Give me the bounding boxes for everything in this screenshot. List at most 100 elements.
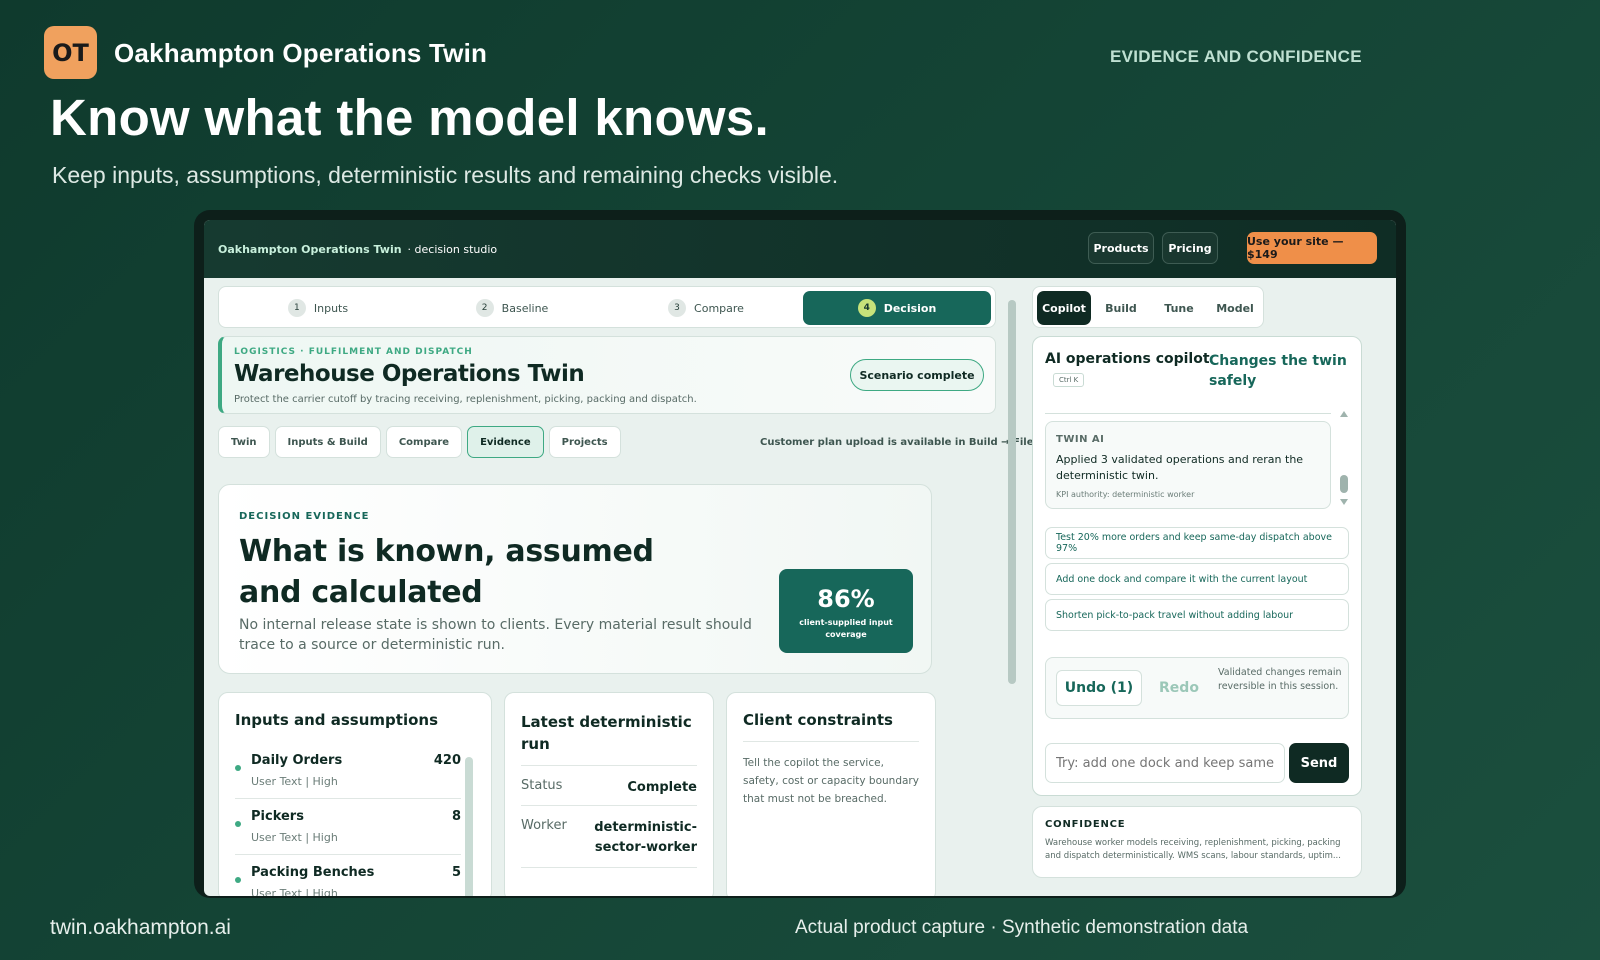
products-button[interactable]: Products [1088, 232, 1154, 264]
tab-tune[interactable]: Tune [1151, 291, 1207, 325]
scenario-status-badge: Scenario complete [850, 359, 984, 391]
ai-label: TWIN AI [1056, 434, 1105, 445]
footer-note: Actual product capture · Synthetic demon… [795, 917, 1249, 938]
app-title[interactable]: Oakhampton Operations Twin [218, 243, 402, 256]
tab-compare[interactable]: Compare [385, 426, 463, 458]
copilot-tagline: Changes the twin safely [1209, 353, 1347, 389]
decision-evidence-card: DECISION EVIDENCE What is known, assumed… [218, 484, 932, 674]
tab-evidence[interactable]: Evidence [467, 426, 544, 458]
scroll-up-icon[interactable] [1340, 411, 1348, 417]
run-key: Status [521, 778, 563, 793]
footer-url[interactable]: twin.oakhampton.ai [50, 916, 231, 940]
confidence-card: CONFIDENCE Warehouse worker models recei… [1032, 806, 1362, 878]
step-number: 4 [857, 299, 876, 317]
copilot-input[interactable] [1045, 743, 1285, 783]
scroll-down-icon[interactable] [1340, 499, 1348, 505]
tab-inputs-build[interactable]: Inputs & Build [274, 426, 381, 458]
scenario-category: LOGISTICS · FULFILMENT AND DISPATCH [234, 347, 473, 357]
main-scrollbar[interactable] [1008, 290, 1016, 690]
use-your-site-button[interactable]: Use your site — $149 [1247, 232, 1377, 264]
step-baseline[interactable]: 2 Baseline [417, 291, 607, 325]
tab-model[interactable]: Model [1209, 291, 1261, 325]
section-eyebrow: EVIDENCE AND CONFIDENCE [1110, 47, 1362, 66]
suggestion-chip[interactable]: Shorten pick-to-pack travel without addi… [1045, 599, 1349, 631]
step-label: Decision [883, 301, 937, 315]
coverage-label: client-supplied input coverage [799, 618, 893, 639]
undo-redo-group: Undo (1) Redo Validated changes remain r… [1045, 657, 1349, 719]
input-name: Packing Benches [251, 865, 375, 880]
device-frame: Oakhampton Operations Twin · decision st… [194, 210, 1406, 898]
brand-name: Oakhampton Operations Twin [114, 38, 488, 68]
input-name: Pickers [251, 809, 304, 824]
step-number: 3 [668, 299, 687, 317]
divider [1045, 413, 1331, 414]
constraints-card-title: Client constraints [743, 711, 893, 729]
run-key: Worker [521, 818, 567, 833]
tab-twin[interactable]: Twin [218, 426, 270, 458]
input-meta: User Text | High [251, 775, 338, 788]
upload-note: Customer plan upload is available in Bui… [760, 437, 1040, 448]
chat-scrollbar[interactable] [1339, 411, 1349, 507]
constraints-card: Client constraints Tell the copilot the … [726, 692, 936, 896]
coverage-badge: 86% client-supplied input coverage [779, 569, 913, 653]
hero-headline: Know what the model knows. [50, 89, 770, 146]
suggestion-chip[interactable]: Test 20% more orders and keep same-day d… [1045, 527, 1349, 559]
pricing-button[interactable]: Pricing [1162, 232, 1218, 264]
copilot-title: AI operations copilot [1045, 351, 1210, 367]
app-subtitle: · decision studio [407, 242, 498, 256]
right-panel-tabs: Copilot Build Tune Model [1032, 286, 1264, 328]
brand-logo: OT [44, 26, 97, 79]
run-value: deterministic-sector-worker [594, 820, 697, 855]
confidence-label: CONFIDENCE [1045, 819, 1126, 830]
status-dot [235, 765, 241, 771]
input-row[interactable]: Packing Benches 5 User Text | High [235, 855, 461, 896]
inputs-scrollbar[interactable] [465, 757, 473, 896]
ai-message-text: Applied 3 validated operations and reran… [1056, 453, 1304, 482]
coverage-percent: 86% [817, 585, 875, 613]
step-compare[interactable]: 3 Compare [611, 291, 801, 325]
input-value: 5 [451, 865, 461, 880]
input-row[interactable]: Pickers 8 User Text | High [235, 799, 461, 855]
evidence-text: No internal release state is shown to cl… [239, 617, 752, 653]
evidence-title: What is known, assumed and calculated [239, 534, 654, 610]
run-row: Worker deterministic-sector-worker [521, 805, 697, 867]
input-name: Daily Orders [251, 753, 343, 768]
input-value: 8 [451, 809, 461, 824]
run-card: Latest deterministic run Status Complete… [504, 692, 714, 896]
input-meta: User Text | High [251, 831, 338, 844]
tab-projects[interactable]: Projects [548, 426, 621, 458]
constraints-text: Tell the copilot the service, safety, co… [743, 741, 919, 808]
run-card-title: Latest deterministic run [521, 713, 692, 753]
run-row [521, 867, 697, 896]
scrollbar-thumb[interactable] [1340, 475, 1348, 493]
inputs-card: Inputs and assumptions Daily Orders 420 … [218, 692, 492, 896]
app-topbar: Oakhampton Operations Twin · decision st… [204, 220, 1396, 278]
confidence-text: Warehouse worker models receiving, reple… [1045, 838, 1341, 861]
run-row: Status Complete [521, 765, 697, 805]
step-decision[interactable]: 4 Decision [803, 291, 991, 325]
undo-note: Validated changes remain reversible in t… [1218, 667, 1342, 692]
undo-button[interactable]: Undo (1) [1056, 670, 1142, 706]
step-number: 1 [287, 299, 306, 317]
scrollbar-thumb[interactable] [1008, 300, 1016, 684]
input-value: 420 [433, 753, 461, 768]
run-value: Complete [627, 780, 697, 795]
redo-button[interactable]: Redo [1150, 670, 1208, 706]
ai-authority: KPI authority: deterministic worker [1056, 490, 1195, 499]
step-inputs[interactable]: 1 Inputs [223, 291, 413, 325]
input-row[interactable]: Daily Orders 420 User Text | High [235, 743, 461, 799]
scenario-description: Protect the carrier cutoff by tracing re… [234, 394, 697, 405]
copilot-panel: AI operations copilot Ctrl K Changes the… [1032, 336, 1362, 796]
send-button[interactable]: Send [1289, 743, 1349, 783]
tab-build[interactable]: Build [1093, 291, 1149, 325]
suggestion-chip[interactable]: Add one dock and compare it with the cur… [1045, 563, 1349, 595]
hero-subheadline: Keep inputs, assumptions, deterministic … [52, 162, 839, 188]
inputs-card-title: Inputs and assumptions [235, 711, 439, 729]
status-dot [235, 821, 241, 827]
shortcut-hint: Ctrl K [1053, 373, 1085, 387]
tab-copilot[interactable]: Copilot [1037, 291, 1091, 325]
step-number: 2 [475, 299, 494, 317]
step-label: Compare [694, 301, 744, 315]
step-progress: 1 Inputs 2 Baseline 3 Compare 4 Decision [218, 286, 996, 328]
status-dot [235, 877, 241, 883]
